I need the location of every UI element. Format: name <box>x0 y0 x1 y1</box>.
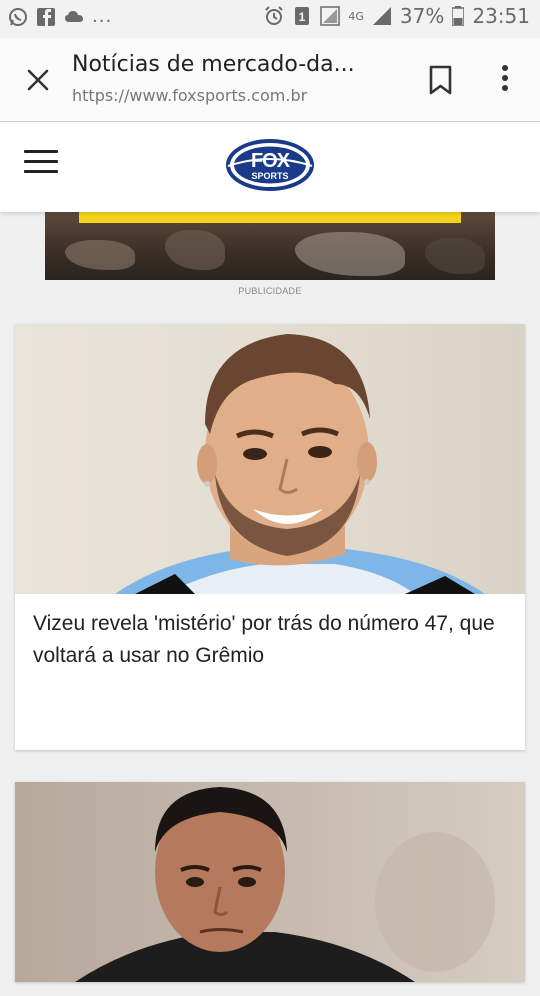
svg-text:FOX: FOX <box>251 150 291 172</box>
facebook-icon <box>37 7 55 26</box>
svg-text:SPORTS: SPORTS <box>251 171 288 181</box>
ad-label: PUBLICIDADE <box>238 286 302 296</box>
more-vert-icon <box>502 65 508 91</box>
article-photo <box>15 324 525 594</box>
overflow-menu-button[interactable] <box>490 60 520 100</box>
menu-icon-bar <box>24 170 58 173</box>
bookmark-button[interactable] <box>424 62 458 98</box>
article-card[interactable] <box>15 782 525 982</box>
svg-text:1: 1 <box>299 10 306 24</box>
sim-icon: 1 <box>295 7 310 25</box>
article-card[interactable]: Vizeu revela 'mistério' por trás do núme… <box>15 324 525 750</box>
fox-sports-logo[interactable]: FOX SPORTS <box>224 136 316 194</box>
ad-banner[interactable] <box>45 212 495 280</box>
cloud-icon <box>65 10 83 22</box>
article-photo <box>15 782 525 982</box>
ad-image-detail <box>65 240 135 270</box>
ad-image-detail <box>425 238 485 274</box>
bookmark-icon <box>429 65 452 95</box>
ad-yellow-strip <box>79 212 461 223</box>
status-bar: ... 1 4G 37% 23:51 <box>0 0 540 38</box>
article-headline[interactable]: Vizeu revela 'mistério' por trás do núme… <box>15 594 525 672</box>
close-icon <box>27 69 49 91</box>
whatsapp-icon <box>9 7 27 26</box>
close-button[interactable] <box>18 60 58 100</box>
site-header: FOX SPORTS <box>0 122 540 212</box>
player-photo-illustration <box>115 334 485 594</box>
notification-icons: ... <box>8 6 112 27</box>
battery-icon <box>452 6 465 26</box>
site-menu-button[interactable] <box>24 150 58 180</box>
coach-photo-illustration <box>75 787 495 982</box>
menu-icon-bar <box>24 160 58 163</box>
ad-image-detail <box>165 230 225 270</box>
battery-percent: 37% <box>399 4 445 28</box>
page-title: Notícias de mercado-da... <box>72 52 355 77</box>
article-headline[interactable] <box>15 982 525 996</box>
network-type: 4G <box>348 9 364 23</box>
browser-toolbar: Notícias de mercado-da... https://www.fo… <box>0 38 540 122</box>
alarm-icon <box>265 6 284 25</box>
system-icons: 1 4G 37% 23:51 <box>264 4 530 28</box>
page-url[interactable]: https://www.foxsports.com.br <box>72 86 307 105</box>
ad-image-detail <box>295 232 405 276</box>
signal-icon-sim2 <box>372 7 391 25</box>
clock: 23:51 <box>472 4 530 28</box>
menu-icon-bar <box>24 150 58 153</box>
more-notifications-indicator: ... <box>92 6 113 27</box>
signal-icon-sim1 <box>320 6 341 26</box>
